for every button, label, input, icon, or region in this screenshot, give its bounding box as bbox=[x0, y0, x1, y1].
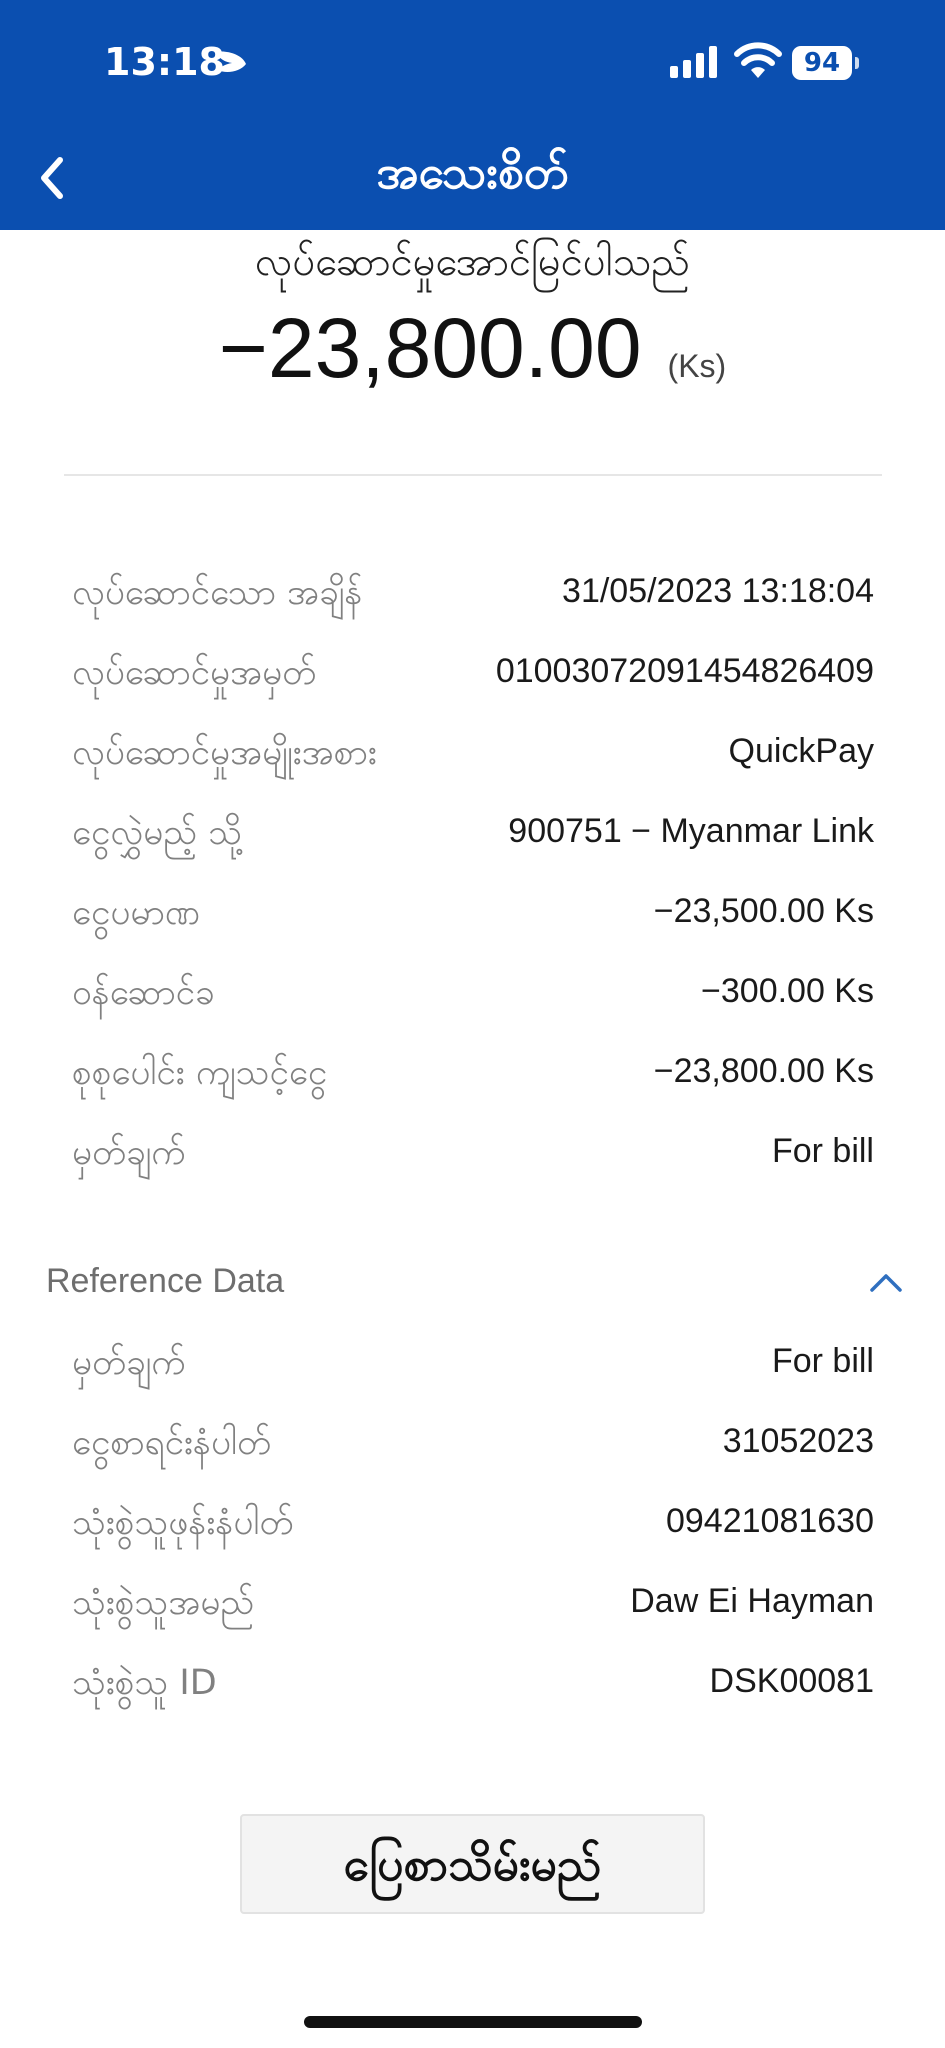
reference-row-note: မှတ်ချက် For bill bbox=[72, 1334, 874, 1394]
detail-label: ငွေလွှဲမည့် သို့ bbox=[72, 813, 243, 853]
reference-row-phone: သုံးစွဲသူဖုန်းနံပါတ် 09421081630 bbox=[72, 1494, 874, 1554]
reference-value: DSK00081 bbox=[709, 1662, 874, 1700]
reference-row-name: သုံးစွဲသူအမည် Daw Ei Hayman bbox=[72, 1574, 874, 1634]
detail-value: 01003072091454826409 bbox=[495, 652, 874, 690]
detail-label: လုပ်ဆောင်သော အချိန် bbox=[72, 573, 363, 613]
detail-row-service-fee: ဝန်ဆောင်ခ −300.00 Ks bbox=[72, 964, 874, 1024]
detail-row-transfer-to: ငွေလွှဲမည့် သို့ 900751 − Myanmar Link bbox=[72, 804, 874, 864]
status-time: 13:18 bbox=[104, 40, 225, 84]
reference-value: 31052023 bbox=[722, 1422, 874, 1460]
amount-display: −23,800.00 (Ks) bbox=[0, 300, 945, 397]
app-header: 13:18 94 အသေးစိတ် bbox=[0, 0, 945, 230]
detail-row-time: လုပ်ဆောင်သော အချိန် 31/05/2023 13:18:04 bbox=[72, 564, 874, 624]
save-receipt-button[interactable]: ပြေစာသိမ်းမည် bbox=[240, 1814, 705, 1914]
detail-value: For bill bbox=[771, 1132, 874, 1170]
transaction-status: လုပ်ဆောင်မှုအောင်မြင်ပါသည် bbox=[255, 239, 690, 285]
battery-level: 94 bbox=[803, 48, 841, 78]
reference-label: မှတ်ချက် bbox=[72, 1343, 186, 1383]
battery-nub bbox=[855, 57, 859, 69]
detail-value: −23,800.00 Ks bbox=[653, 1052, 874, 1090]
reference-row-user-id: သုံးစွဲသူ ID DSK00081 bbox=[72, 1654, 874, 1714]
reference-value: 09421081630 bbox=[665, 1502, 874, 1540]
reference-row-account-number: ငွေစာရင်းနံပါတ် 31052023 bbox=[72, 1414, 874, 1474]
detail-label: ငွေပမာဏ bbox=[72, 893, 201, 933]
detail-label: ဝန်ဆောင်ခ bbox=[72, 973, 215, 1013]
home-indicator bbox=[304, 2016, 642, 2028]
detail-row-transaction-type: လုပ်ဆောင်မှုအမျိုးအစား QuickPay bbox=[72, 724, 874, 784]
divider bbox=[64, 474, 882, 476]
detail-value: QuickPay bbox=[728, 732, 875, 770]
chevron-up-icon[interactable] bbox=[866, 1268, 906, 1298]
reference-label: သုံးစွဲသူ ID bbox=[72, 1663, 217, 1703]
detail-value: 31/05/2023 13:18:04 bbox=[562, 572, 874, 610]
reference-data-title: Reference Data bbox=[46, 1262, 285, 1300]
detail-value: −23,500.00 Ks bbox=[653, 892, 874, 930]
reference-label: သုံးစွဲသူအမည် bbox=[72, 1583, 255, 1623]
detail-label: မှတ်ချက် bbox=[72, 1133, 186, 1173]
detail-row-note: မှတ်ချက် For bill bbox=[72, 1124, 874, 1184]
focus-mode-icon bbox=[216, 51, 246, 72]
detail-row-total: စုစုပေါင်း ကျသင့်ငွေ −23,800.00 Ks bbox=[72, 1044, 874, 1104]
detail-label: စုစုပေါင်း ကျသင့်ငွေ bbox=[72, 1053, 328, 1093]
detail-row-amount: ငွေပမာဏ −23,500.00 Ks bbox=[72, 884, 874, 944]
wifi-icon bbox=[734, 42, 782, 78]
detail-label: လုပ်ဆောင်မှုအမျိုးအစား bbox=[72, 733, 377, 773]
battery-icon: 94 bbox=[792, 46, 852, 80]
page-title: အသေးစိတ် bbox=[376, 145, 569, 199]
reference-value: Daw Ei Hayman bbox=[630, 1582, 874, 1620]
detail-value: −300.00 Ks bbox=[701, 972, 874, 1010]
currency-label: (Ks) bbox=[667, 348, 727, 384]
detail-value: 900751 − Myanmar Link bbox=[508, 812, 874, 850]
total-amount: −23,800.00 bbox=[218, 301, 642, 395]
reference-label: သုံးစွဲသူဖုန်းနံပါတ် bbox=[72, 1503, 294, 1543]
detail-label: လုပ်ဆောင်မှုအမှတ် bbox=[72, 653, 317, 693]
reference-value: For bill bbox=[771, 1342, 874, 1380]
reference-label: ငွေစာရင်းနံပါတ် bbox=[72, 1423, 272, 1463]
detail-row-transaction-id: လုပ်ဆောင်မှုအမှတ် 01003072091454826409 bbox=[72, 644, 874, 704]
cellular-signal-icon bbox=[670, 46, 717, 78]
